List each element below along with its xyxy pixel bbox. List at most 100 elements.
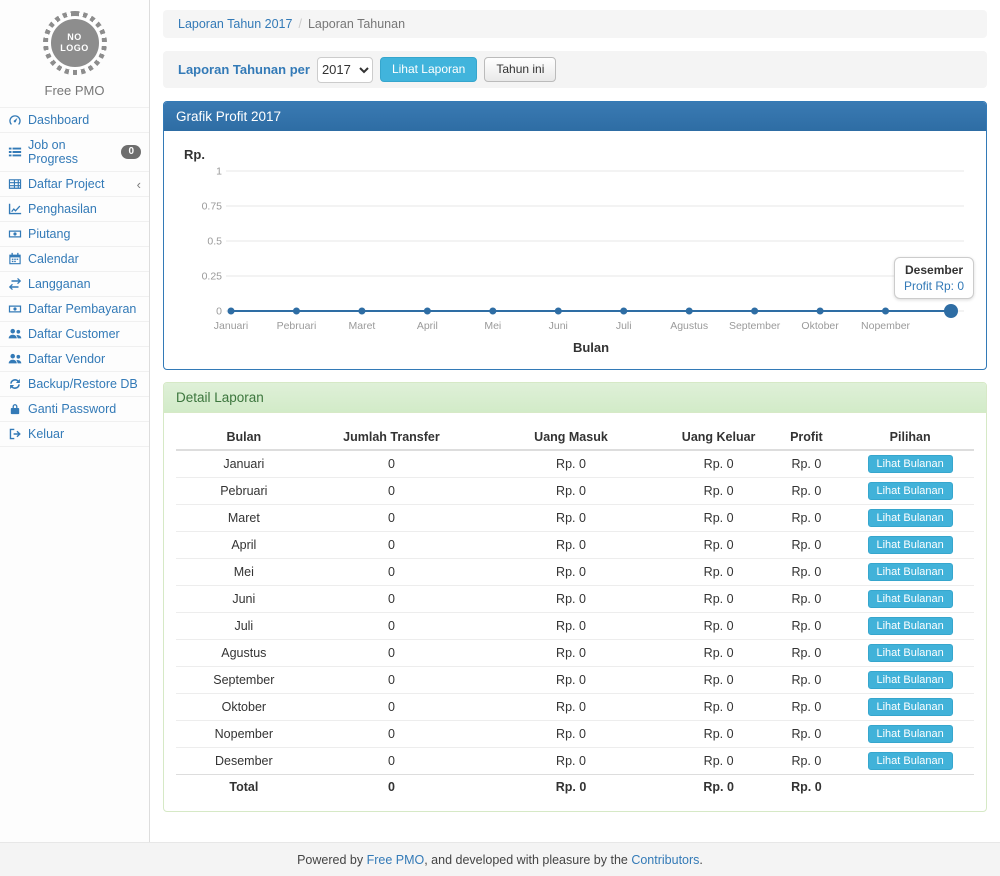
cell-keluar: Rp. 0 — [671, 667, 767, 694]
list-icon — [8, 145, 22, 159]
view-monthly-button-desember[interactable]: Lihat Bulanan — [868, 752, 953, 770]
table-row-desember: Desember0Rp. 0Rp. 0Rp. 0Lihat Bulanan — [176, 748, 974, 775]
cell-profit: Rp. 0 — [767, 640, 847, 667]
sidebar-item-backup-restore-db[interactable]: Backup/Restore DB — [0, 372, 149, 397]
cell-pilihan: Lihat Bulanan — [846, 450, 974, 478]
sidebar-item-ganti-password[interactable]: Ganti Password — [0, 397, 149, 422]
sidebar-item-daftar-pembayaran[interactable]: Daftar Pembayaran — [0, 297, 149, 322]
year-select[interactable]: 2017 — [317, 57, 373, 83]
view-monthly-button-maret[interactable]: Lihat Bulanan — [868, 509, 953, 527]
sidebar-item-penghasilan[interactable]: Penghasilan — [0, 197, 149, 222]
cell-profit: Rp. 0 — [767, 748, 847, 775]
view-monthly-button-september[interactable]: Lihat Bulanan — [868, 671, 953, 689]
cell-keluar: Rp. 0 — [671, 478, 767, 505]
svg-text:Juli: Juli — [616, 320, 632, 332]
svg-text:0: 0 — [216, 306, 222, 318]
view-monthly-button-pebruari[interactable]: Lihat Bulanan — [868, 482, 953, 500]
main-wrapper: NO LOGO Free PMO DashboardJob on Progres… — [0, 0, 1000, 842]
sidebar-item-label: Job on Progress — [28, 138, 115, 166]
view-report-button[interactable]: Lihat Laporan — [380, 57, 477, 82]
view-monthly-button-agustus[interactable]: Lihat Bulanan — [868, 644, 953, 662]
sidebar-item-daftar-customer[interactable]: Daftar Customer — [0, 322, 149, 347]
cell-pilihan — [846, 775, 974, 799]
cell-pilihan: Lihat Bulanan — [846, 640, 974, 667]
cell-bulan: September — [176, 667, 312, 694]
cell-bulan: Nopember — [176, 721, 312, 748]
sidebar-item-daftar-project[interactable]: Daftar Project‹ — [0, 172, 149, 197]
view-monthly-button-oktober[interactable]: Lihat Bulanan — [868, 698, 953, 716]
footer-middle: , and developed with pleasure by the — [424, 853, 631, 867]
view-monthly-button-nopember[interactable]: Lihat Bulanan — [868, 725, 953, 743]
footer-link-free-pmo[interactable]: Free PMO — [367, 853, 425, 867]
report-filter-bar: Laporan Tahunan per 2017 Lihat Laporan T… — [163, 51, 987, 88]
cell-transfer: 0 — [312, 532, 472, 559]
cell-masuk: Rp. 0 — [471, 532, 671, 559]
cell-keluar: Rp. 0 — [671, 505, 767, 532]
sign-out-icon — [8, 427, 22, 441]
view-monthly-button-januari[interactable]: Lihat Bulanan — [868, 455, 953, 473]
detail-report-panel-body: BulanJumlah TransferUang MasukUang Kelua… — [164, 413, 986, 811]
svg-text:April: April — [417, 320, 438, 332]
cell-pilihan: Lihat Bulanan — [846, 748, 974, 775]
cell-profit: Rp. 0 — [767, 478, 847, 505]
logo-line1: NO — [67, 32, 82, 43]
chart-tooltip: Desember Profit Rp: 0 — [894, 257, 974, 299]
cell-transfer: 0 — [312, 613, 472, 640]
view-monthly-button-juni[interactable]: Lihat Bulanan — [868, 590, 953, 608]
sidebar-item-job-on-progress[interactable]: Job on Progress0 — [0, 133, 149, 172]
sidebar-item-piutang[interactable]: Piutang — [0, 222, 149, 247]
view-monthly-button-juli[interactable]: Lihat Bulanan — [868, 617, 953, 635]
profit-chart-panel: Grafik Profit 2017 00.250.50.751Rp.Janua… — [163, 101, 987, 370]
cell-keluar: Rp. 0 — [671, 721, 767, 748]
sidebar-item-daftar-vendor[interactable]: Daftar Vendor — [0, 347, 149, 372]
cell-pilihan: Lihat Bulanan — [846, 586, 974, 613]
sidebar-item-label: Dashboard — [28, 113, 89, 127]
view-monthly-button-april[interactable]: Lihat Bulanan — [868, 536, 953, 554]
table-row-april: April0Rp. 0Rp. 0Rp. 0Lihat Bulanan — [176, 532, 974, 559]
this-year-button[interactable]: Tahun ini — [484, 57, 556, 82]
sidebar-item-dashboard[interactable]: Dashboard — [0, 108, 149, 133]
table-row-juni: Juni0Rp. 0Rp. 0Rp. 0Lihat Bulanan — [176, 586, 974, 613]
cell-bulan: Pebruari — [176, 478, 312, 505]
breadcrumb-link-laporan-tahun[interactable]: Laporan Tahun 2017 — [178, 17, 292, 31]
cell-pilihan: Lihat Bulanan — [846, 532, 974, 559]
svg-text:Rp.: Rp. — [184, 147, 205, 162]
calendar-icon — [8, 252, 22, 266]
table-icon — [8, 177, 22, 191]
cell-pilihan: Lihat Bulanan — [846, 694, 974, 721]
cell-masuk: Rp. 0 — [471, 586, 671, 613]
app-root: NO LOGO Free PMO DashboardJob on Progres… — [0, 0, 1000, 876]
cell-bulan: Maret — [176, 505, 312, 532]
footer: Powered by Free PMO, and developed with … — [0, 842, 1000, 876]
profit-line-chart-canvas[interactable]: 00.250.50.751Rp.JanuariPebruariMaretApri… — [176, 143, 974, 357]
view-monthly-button-mei[interactable]: Lihat Bulanan — [868, 563, 953, 581]
money-icon — [8, 302, 22, 316]
column-header-profit: Profit — [767, 425, 847, 450]
sidebar-item-calendar[interactable]: Calendar — [0, 247, 149, 272]
svg-text:Juni: Juni — [549, 320, 568, 332]
cell-masuk: Rp. 0 — [471, 775, 671, 799]
cell-masuk: Rp. 0 — [471, 478, 671, 505]
sidebar-item-label: Daftar Customer — [28, 327, 120, 341]
svg-text:1: 1 — [216, 166, 222, 178]
exchange-icon — [8, 277, 22, 291]
cell-bulan: Oktober — [176, 694, 312, 721]
breadcrumb-current: Laporan Tahunan — [308, 17, 405, 31]
profit-chart-panel-title: Grafik Profit 2017 — [164, 102, 986, 131]
profit-chart[interactable]: 00.250.50.751Rp.JanuariPebruariMaretApri… — [176, 143, 974, 357]
cell-transfer: 0 — [312, 450, 472, 478]
cell-bulan: Desember — [176, 748, 312, 775]
detail-report-panel: Detail Laporan BulanJumlah TransferUang … — [163, 382, 987, 812]
footer-link-contributors[interactable]: Contributors — [631, 853, 699, 867]
svg-text:Oktober: Oktober — [801, 320, 839, 332]
sidebar-item-langganan[interactable]: Langganan — [0, 272, 149, 297]
column-header-bulan: Bulan — [176, 425, 312, 450]
sidebar-item-keluar[interactable]: Keluar — [0, 422, 149, 447]
cell-profit: Rp. 0 — [767, 532, 847, 559]
chart-tooltip-value: Profit Rp: 0 — [904, 279, 964, 293]
chart-tooltip-title: Desember — [904, 263, 964, 277]
cell-bulan: Total — [176, 775, 312, 799]
breadcrumb-separator: / — [298, 17, 301, 31]
cell-transfer: 0 — [312, 640, 472, 667]
sidebar-item-label: Langganan — [28, 277, 91, 291]
